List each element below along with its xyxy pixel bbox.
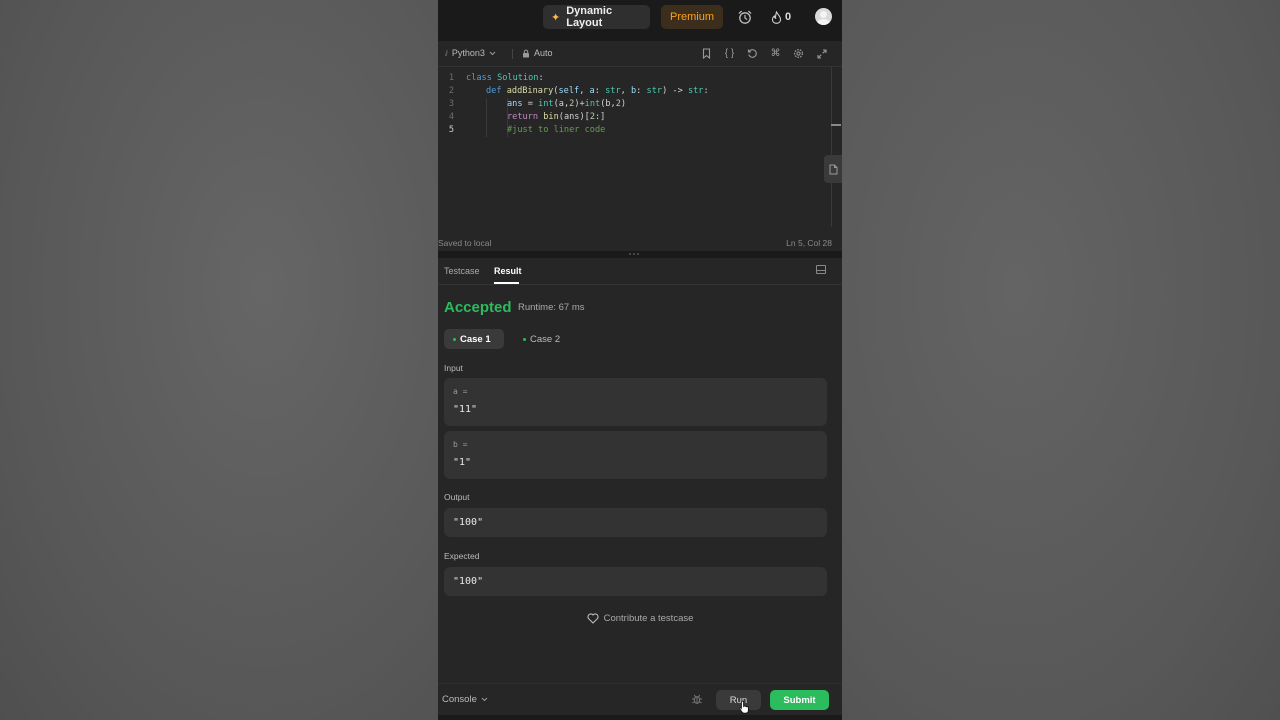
case-label: Case 1 (460, 333, 491, 345)
variable-value: "11" (453, 404, 478, 415)
expected-label: Expected (444, 551, 480, 561)
passed-dot-icon (453, 337, 456, 341)
case-tab-1[interactable]: Case 1 (444, 329, 504, 349)
output-value: "100" (453, 517, 484, 528)
code-text: ans = int(a,2)+int(b,2) (507, 99, 627, 109)
line-number: 3 (448, 99, 454, 109)
variable-name: a = (453, 387, 468, 396)
line-number: 2 (448, 86, 454, 96)
reset-icon[interactable] (746, 47, 759, 60)
code-line: 4 return bin(ans)[2:] (438, 112, 830, 125)
status-badge: Accepted (444, 299, 512, 316)
background-right (842, 0, 1280, 720)
alarm-clock-icon[interactable] (737, 9, 753, 25)
streak-counter[interactable]: 0 (771, 9, 791, 25)
variable-value: "1" (453, 457, 472, 468)
toolbar-divider (512, 49, 513, 59)
output-label: Output (444, 492, 470, 502)
case-label: Case 2 (530, 333, 561, 345)
expected-box[interactable]: "100" (444, 567, 827, 596)
console-label: Console (442, 694, 477, 705)
tab-result[interactable]: Result (494, 266, 522, 276)
top-bar: ✦ Dynamic Layout Premium 0 (438, 0, 842, 36)
code-line: 2 def addBinary(self, a: str, b: str) ->… (438, 86, 830, 99)
bottom-action-bar: Console Run Submit (438, 683, 842, 715)
dynamic-layout-button[interactable]: ✦ Dynamic Layout (543, 5, 650, 29)
code-icon: ⅈ (445, 48, 448, 58)
language-selector[interactable]: ⅈ Python3 (445, 48, 496, 58)
chevron-down-icon (489, 51, 496, 55)
input-box-b[interactable]: b = "1" (444, 431, 827, 479)
panel-resize-handle[interactable] (629, 253, 643, 256)
code-area[interactable]: 1 class Solution: 2 def addBinary(self, … (438, 72, 830, 222)
code-text: #just to liner code (507, 125, 606, 135)
contribute-testcase-link[interactable]: Contribute a testcase (438, 613, 842, 624)
code-text: def addBinary(self, a: str, b: str) -> s… (486, 86, 709, 96)
result-tabs: Testcase Result (438, 258, 842, 285)
expand-icon[interactable] (815, 47, 828, 60)
format-code-icon[interactable]: { } (723, 47, 736, 60)
expected-value: "100" (453, 576, 484, 587)
input-label: Input (444, 363, 463, 373)
sparkle-icon: ✦ (551, 11, 561, 24)
submit-button[interactable]: Submit (770, 690, 829, 710)
case-tab-2[interactable]: Case 2 (514, 329, 569, 349)
side-panel-toggle[interactable] (824, 155, 842, 183)
line-number: 4 (448, 112, 454, 122)
editor-scrollbar[interactable] (831, 67, 832, 227)
document-icon (829, 164, 837, 174)
code-line: 3 ans = int(a,2)+int(b,2) (438, 99, 830, 112)
dynamic-layout-label: Dynamic Layout (566, 5, 613, 29)
code-text: class Solution: (466, 73, 544, 83)
tab-testcase[interactable]: Testcase (444, 266, 480, 276)
chevron-down-icon (481, 697, 488, 702)
auto-mode-label: Auto (534, 48, 553, 58)
input-box-a[interactable]: a = "11" (444, 378, 827, 426)
settings-gear-icon[interactable] (792, 47, 805, 60)
bottom-edge (438, 715, 842, 720)
heart-icon (587, 613, 599, 624)
avatar[interactable] (815, 8, 832, 25)
hand-cursor-icon (739, 700, 749, 714)
lock-icon (523, 49, 529, 57)
fire-icon (771, 10, 782, 24)
code-editor-panel: ⅈ Python3 Auto { } ⌘ 1 class Solution: 2… (438, 41, 842, 251)
saved-status: Saved to local (438, 238, 492, 248)
active-tab-indicator (494, 282, 519, 284)
code-line: 5 #just to liner code (438, 125, 830, 138)
output-box[interactable]: "100" (444, 508, 827, 537)
bookmark-icon[interactable] (700, 47, 713, 60)
panel-layout-icon[interactable] (816, 265, 826, 274)
cursor-position: Ln 5, Col 28 (786, 238, 832, 248)
leetcode-app: ✦ Dynamic Layout Premium 0 ⅈ Python3 Aut… (438, 0, 842, 720)
background-left (0, 0, 438, 720)
code-text: return bin(ans)[2:] (507, 112, 606, 122)
console-toggle[interactable]: Console (442, 694, 488, 705)
auto-mode-toggle[interactable]: Auto (522, 48, 553, 58)
scrollbar-position-marker (831, 124, 841, 126)
line-number: 5 (448, 125, 454, 135)
editor-tool-icons: { } ⌘ (700, 47, 828, 60)
variable-name: b = (453, 440, 468, 449)
shortcuts-icon[interactable]: ⌘ (769, 47, 782, 60)
runtime-text: Runtime: 67 ms (518, 302, 585, 313)
passed-dot-icon (523, 337, 526, 341)
premium-button[interactable]: Premium (661, 5, 723, 29)
streak-count: 0 (785, 11, 792, 23)
result-panel: Testcase Result Accepted Runtime: 67 ms … (438, 258, 842, 683)
language-label: Python3 (451, 48, 485, 58)
editor-toolbar: ⅈ Python3 Auto { } ⌘ (438, 41, 842, 67)
debug-bug-icon[interactable] (691, 693, 703, 705)
code-line: 1 class Solution: (438, 73, 830, 86)
line-number: 1 (448, 73, 454, 83)
contribute-label: Contribute a testcase (603, 613, 694, 624)
